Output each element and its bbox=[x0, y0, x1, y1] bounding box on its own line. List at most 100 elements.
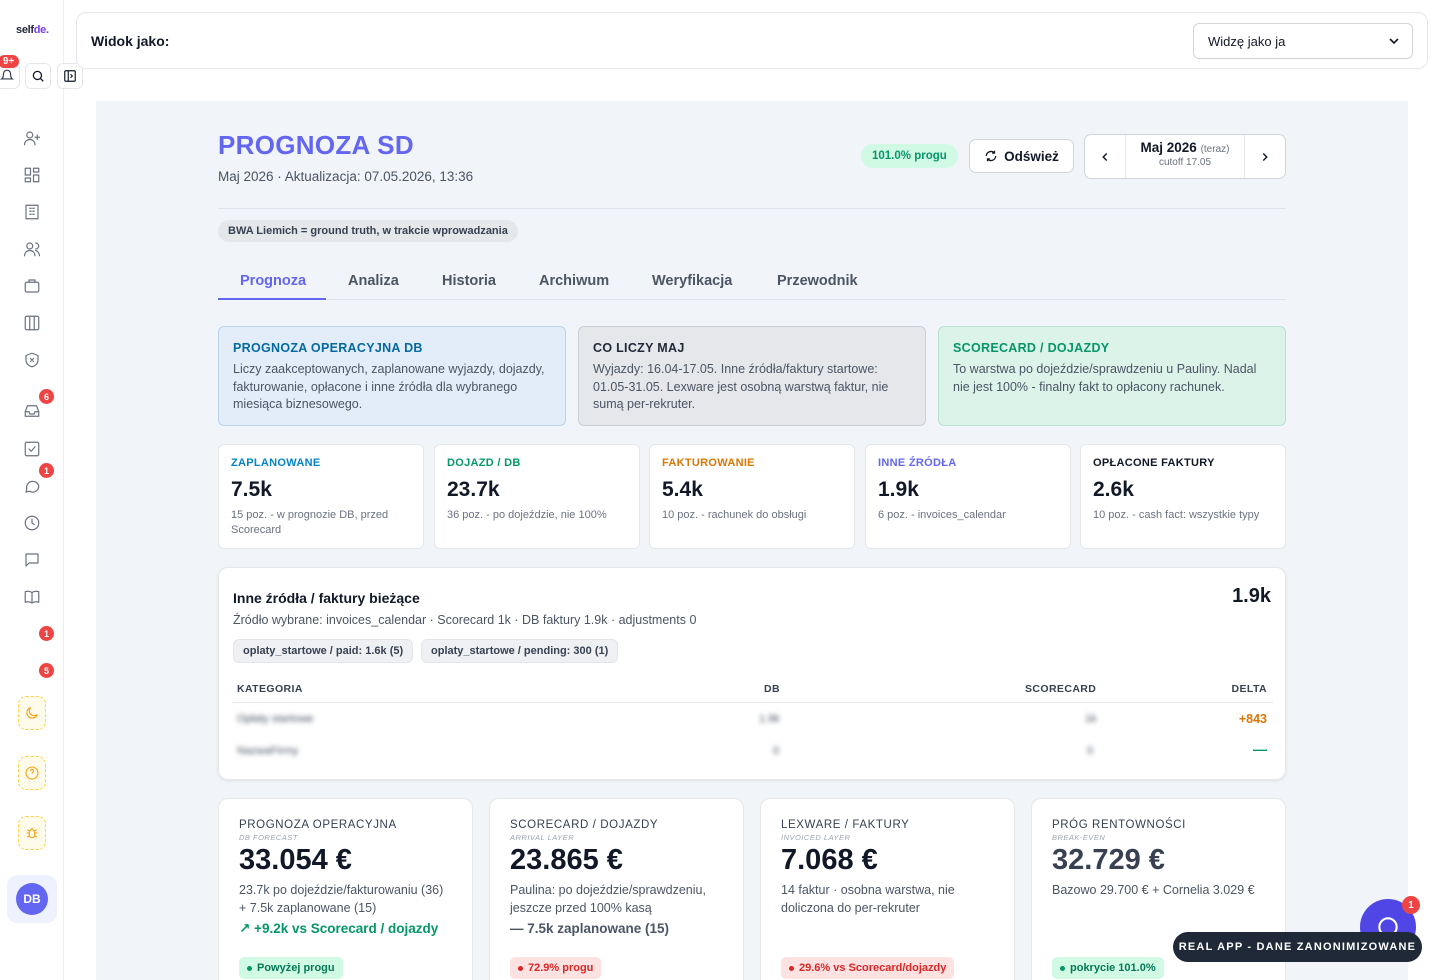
month-label: Maj 2026 bbox=[1140, 140, 1197, 155]
kpi-sub: 15 poz. - w prognozie DB, przed Scorecar… bbox=[231, 509, 389, 536]
columns-icon[interactable] bbox=[22, 313, 42, 333]
note-chip: BWA Liemich = ground truth, w trakcie wp… bbox=[218, 220, 518, 242]
inbox-icon[interactable] bbox=[22, 401, 42, 421]
kpi-card-paid: OPŁACONE FAKTURY 2.6k 10 poz. - cash fac… bbox=[1080, 444, 1286, 549]
active-tab-indicator bbox=[218, 298, 326, 300]
table-cell-delta: +843 bbox=[1238, 712, 1267, 726]
sidebar: selfde. 9+ 6 1 1 5 DB bbox=[0, 0, 83, 980]
kpi-title: INNE ŹRÓDŁA bbox=[878, 457, 957, 469]
summary-value: 32.729 € bbox=[1052, 844, 1165, 876]
month-display: Maj 2026 (teraz) cutoff 17.05 bbox=[1126, 140, 1244, 168]
status-badge: 72.9% progu bbox=[510, 957, 602, 979]
kpi-sub: 10 poz. - rachunek do obsługi bbox=[662, 509, 807, 521]
status-badge: pokrycie 101.0% bbox=[1052, 957, 1164, 979]
add-user-icon[interactable] bbox=[22, 128, 42, 148]
summary-value: 7.068 € bbox=[781, 844, 878, 876]
refresh-button[interactable]: Odśwież bbox=[969, 139, 1074, 173]
view-as-select[interactable]: Widzę jako ja bbox=[1193, 23, 1413, 59]
view-as-select-value: Widzę jako ja bbox=[1208, 34, 1286, 49]
sources-subtitle: Źródło wybrane: invoices_calendar · Scor… bbox=[233, 613, 697, 627]
tab-przewodnik[interactable]: Przewodnik bbox=[777, 273, 858, 289]
summary-title: SCORECARD / DOJAZDY bbox=[510, 819, 659, 831]
column-header-category: KATEGORIA bbox=[237, 683, 303, 695]
notifications-badge: 9+ bbox=[0, 55, 20, 68]
clock-icon[interactable] bbox=[22, 513, 42, 533]
tab-analiza[interactable]: Analiza bbox=[348, 273, 399, 289]
sources-title: Inne źródła / faktury bieżące bbox=[233, 590, 420, 606]
next-month-button[interactable] bbox=[1244, 135, 1285, 178]
search-icon bbox=[32, 70, 44, 82]
shield-icon[interactable] bbox=[22, 350, 42, 370]
support-chat-badge: 1 bbox=[1402, 896, 1420, 914]
briefcase-icon[interactable] bbox=[22, 276, 42, 296]
kpi-card-other-sources: INNE ŹRÓDŁA 1.9k 6 poz. - invoices_calen… bbox=[865, 444, 1071, 549]
table-cell-category: Opłaty startowe bbox=[237, 713, 314, 725]
help-button[interactable] bbox=[18, 756, 46, 790]
info-box-title: CO LICZY MAJ bbox=[593, 341, 685, 355]
tab-historia[interactable]: Historia bbox=[442, 273, 496, 289]
search-button[interactable] bbox=[25, 63, 51, 89]
info-box-month: CO LICZY MAJ Wyjazdy: 16.04-17.05. Inne … bbox=[578, 326, 926, 426]
header-divider bbox=[218, 208, 1286, 209]
kpi-card-invoicing: FAKTUROWANIE 5.4k 10 poz. - rachunek do … bbox=[649, 444, 855, 549]
table-cell-delta: — bbox=[1253, 741, 1267, 757]
kpi-card-planned: ZAPLANOWANE 7.5k 15 poz. - w prognozie D… bbox=[218, 444, 424, 549]
source-chip: oplaty_startowe / pending: 300 (1) bbox=[421, 639, 619, 663]
tab-archiwum[interactable]: Archiwum bbox=[539, 273, 609, 289]
dashboard-icon[interactable] bbox=[22, 165, 42, 185]
prev-month-button[interactable] bbox=[1085, 135, 1126, 178]
kpi-card-arrival: DOJAZD / DB 23.7k 36 poz. - po dojeździe… bbox=[434, 444, 640, 549]
table-header-divider bbox=[233, 702, 1273, 703]
book-icon[interactable] bbox=[22, 587, 42, 607]
bell-icon bbox=[0, 69, 14, 80]
table-cell-db: 0 bbox=[773, 745, 780, 757]
month-now: (teraz) bbox=[1200, 144, 1230, 155]
tab-weryfikacja[interactable]: Weryfikacja bbox=[652, 273, 732, 289]
tab-bar: Prognoza Analiza Historia Archiwum Weryf… bbox=[218, 263, 1286, 300]
item-badge-a: 1 bbox=[39, 626, 54, 641]
summary-desc: 14 faktur · osobna warstwa, nie doliczon… bbox=[781, 883, 955, 915]
view-as-bar: Widok jako: Widzę jako ja bbox=[76, 12, 1428, 69]
info-box-title: PROGNOZA OPERACYJNA DB bbox=[233, 341, 423, 355]
column-header-db: DB bbox=[764, 683, 780, 695]
summary-desc: Bazowo 29.700 € + Cornelia 3.029 € bbox=[1052, 883, 1255, 897]
app-logo[interactable]: selfde. bbox=[16, 24, 49, 36]
kpi-sub: 36 poz. - po dojeździe, nie 100% bbox=[447, 509, 607, 521]
status-badge: 29.6% vs Scorecard/dojazdy bbox=[781, 957, 955, 979]
summary-title: PRÓG RENTOWNOŚCI bbox=[1052, 819, 1186, 831]
summary-card-lexware: LEXWARE / FAKTURY INVOICED LAYER 7.068 €… bbox=[760, 798, 1015, 980]
moon-icon bbox=[26, 707, 38, 719]
info-box-forecast: PROGNOZA OPERACYJNA DB Liczy zaakceptowa… bbox=[218, 326, 566, 426]
info-box-scorecard: SCORECARD / DOJAZDY To warstwa po dojeźd… bbox=[938, 326, 1286, 426]
page-subtitle: Maj 2026 · Aktualizacja: 07.05.2026, 13:… bbox=[218, 169, 474, 184]
kpi-title: ZAPLANOWANE bbox=[231, 457, 321, 469]
users-icon[interactable] bbox=[22, 239, 42, 259]
summary-value: 23.865 € bbox=[510, 844, 623, 876]
building-icon[interactable] bbox=[22, 202, 42, 222]
dark-mode-button[interactable] bbox=[18, 696, 46, 730]
summary-card-forecast: PROGNOZA OPERACYJNA DB FORECAST 33.054 €… bbox=[218, 798, 473, 980]
summary-tag: DB FORECAST bbox=[239, 833, 298, 842]
refresh-label: Odśwież bbox=[1004, 148, 1059, 164]
source-chip: oplaty_startowe / paid: 1.6k (5) bbox=[233, 639, 414, 663]
chevron-left-icon bbox=[1102, 152, 1108, 161]
page-title: PROGNOZA SD bbox=[218, 130, 414, 160]
avatar: DB bbox=[16, 883, 48, 915]
kpi-title: DOJAZD / DB bbox=[447, 457, 521, 469]
summary-tag: BREAK-EVEN bbox=[1052, 833, 1106, 842]
other-sources-card: Inne źródła / faktury bieżące Źródło wyb… bbox=[218, 567, 1286, 780]
table-cell-category: NazwaFirmy bbox=[237, 745, 299, 757]
kpi-value: 2.6k bbox=[1093, 478, 1134, 501]
tab-prognoza[interactable]: Prognoza bbox=[240, 273, 306, 289]
user-menu[interactable]: DB bbox=[7, 875, 57, 923]
message-square-icon[interactable] bbox=[22, 550, 42, 570]
summary-tag: INVOICED LAYER bbox=[781, 833, 851, 842]
status-badge: Powyżej progu bbox=[239, 957, 343, 979]
kpi-sub: 6 poz. - invoices_calendar bbox=[878, 509, 1006, 521]
chat-icon[interactable] bbox=[22, 476, 42, 496]
kpi-value: 7.5k bbox=[231, 478, 272, 501]
summary-desc: Paulina: po dojeździe/sprawdzeniu, jeszc… bbox=[510, 883, 706, 915]
bug-report-button[interactable] bbox=[18, 816, 46, 850]
checkbox-icon[interactable] bbox=[22, 439, 42, 459]
table-cell-scorecard: 0 bbox=[1087, 745, 1094, 757]
